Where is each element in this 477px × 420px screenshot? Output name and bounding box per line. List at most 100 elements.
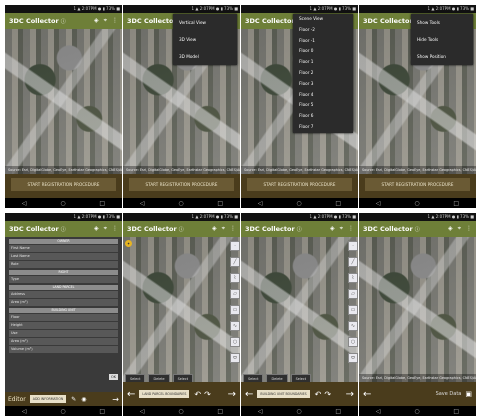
menu-item-floor[interactable]: Floor 1	[293, 57, 353, 68]
layers-icon[interactable]: ◈	[212, 225, 217, 233]
compass-icon[interactable]: ✦	[125, 240, 132, 247]
ellipse-tool-icon[interactable]: ⬭	[230, 353, 240, 363]
menu-item-3d-view[interactable]: 3D View	[173, 31, 237, 48]
point-tool-icon[interactable]: ·	[348, 241, 358, 251]
menu-item-floor[interactable]: Floor 6	[293, 111, 353, 122]
polygon-tool-icon[interactable]: ▱	[348, 289, 358, 299]
overflow-menu-icon[interactable]: ⋮	[112, 17, 118, 25]
ellipse-tool-icon[interactable]: ⬭	[348, 353, 358, 363]
locate-icon[interactable]: ⌖	[458, 225, 461, 233]
overflow-menu-icon[interactable]: ⋮	[230, 225, 236, 233]
save-icon[interactable]: ▣	[465, 390, 472, 398]
point-tool-icon[interactable]: ·	[230, 241, 240, 251]
home-nav-icon[interactable]: ○	[60, 200, 65, 207]
address-field[interactable]: Address	[9, 291, 118, 298]
satellite-map[interactable]	[241, 237, 358, 382]
recents-nav-icon[interactable]: □	[99, 408, 105, 415]
home-nav-icon[interactable]: ○	[414, 200, 419, 207]
add-information-button[interactable]: ADD INFORMATION	[29, 395, 67, 403]
menu-item-floor[interactable]: Floor 3	[293, 79, 353, 90]
land-parcel-boundaries-button[interactable]: LAND PARCEL BOUNDARIES	[139, 390, 190, 398]
home-nav-icon[interactable]: ○	[178, 408, 183, 415]
volume-field[interactable]: Volume (m³)	[9, 346, 118, 353]
recents-nav-icon[interactable]: □	[453, 200, 459, 207]
back-nav-icon[interactable]: ◁	[140, 200, 145, 207]
menu-item-floor[interactable]: Floor 0	[293, 46, 353, 57]
back-nav-icon[interactable]: ◁	[258, 408, 263, 415]
menu-item-floor[interactable]: Floor 2	[293, 68, 353, 79]
recents-nav-icon[interactable]: □	[217, 408, 223, 415]
start-registration-button[interactable]: START REGISTRATION PROCEDURE	[11, 178, 116, 191]
locate-icon[interactable]: ⌖	[340, 225, 343, 233]
circle-tool-icon[interactable]: ○	[230, 337, 240, 347]
menu-item-show-tools[interactable]: Show Tools	[411, 14, 473, 31]
camera-icon[interactable]: ◉	[81, 396, 86, 403]
overflow-menu-icon[interactable]: ⋮	[112, 225, 118, 233]
back-nav-icon[interactable]: ◁	[22, 200, 27, 207]
home-nav-icon[interactable]: ○	[296, 408, 301, 415]
type-field[interactable]: Type	[9, 276, 118, 283]
info-icon[interactable]: ⓘ	[61, 226, 66, 233]
home-nav-icon[interactable]: ○	[296, 200, 301, 207]
next-arrow-icon[interactable]: →	[346, 389, 354, 400]
locate-icon[interactable]: ⌖	[104, 225, 107, 233]
role-field[interactable]: Role	[9, 261, 118, 268]
info-icon[interactable]: ⓘ	[415, 226, 420, 233]
last-name-field[interactable]: Last Name	[9, 253, 118, 260]
recents-nav-icon[interactable]: □	[217, 200, 223, 207]
building-unit-boundaries-button[interactable]: BUILDING UNIT BOUNDARIES	[257, 390, 310, 398]
locate-icon[interactable]: ⌖	[104, 17, 107, 25]
back-nav-icon[interactable]: ◁	[22, 408, 27, 415]
unit-area-field[interactable]: Area (m²)	[9, 338, 118, 345]
menu-item-hide-tools[interactable]: Hide Tools	[411, 31, 473, 48]
back-nav-icon[interactable]: ◁	[140, 408, 145, 415]
overflow-menu-icon[interactable]: ⋮	[348, 225, 354, 233]
first-name-field[interactable]: First Name	[9, 245, 118, 252]
line-tool-icon[interactable]: ╱	[230, 257, 240, 267]
rectangle-tool-icon[interactable]: ▭	[230, 305, 240, 315]
layers-icon[interactable]: ◈	[94, 17, 99, 25]
circle-tool-icon[interactable]: ○	[348, 337, 358, 347]
height-field[interactable]: Height	[9, 322, 118, 329]
layers-icon[interactable]: ◈	[330, 225, 335, 233]
home-nav-icon[interactable]: ○	[60, 408, 65, 415]
info-icon[interactable]: ⓘ	[297, 226, 302, 233]
use-field[interactable]: Use	[9, 330, 118, 337]
start-registration-button[interactable]: START REGISTRATION PROCEDURE	[247, 178, 352, 191]
satellite-map[interactable]	[123, 237, 240, 382]
line-tool-icon[interactable]: ╱	[348, 257, 358, 267]
layers-icon[interactable]: ◈	[94, 225, 99, 233]
menu-item-3d-model[interactable]: 3D Model	[173, 48, 237, 65]
polyline-tool-icon[interactable]: ⌇	[348, 273, 358, 283]
layers-icon[interactable]: ◈	[448, 225, 453, 233]
floor-field[interactable]: Floor	[9, 314, 118, 321]
recents-nav-icon[interactable]: □	[335, 408, 341, 415]
ok-button[interactable]: OK	[109, 374, 118, 380]
menu-item-floor[interactable]: Floor 7	[293, 122, 353, 133]
undo-icon[interactable]: ↶	[194, 390, 201, 399]
home-nav-icon[interactable]: ○	[414, 408, 419, 415]
info-icon[interactable]: ⓘ	[61, 18, 66, 25]
freehand-tool-icon[interactable]: ∿	[230, 321, 240, 331]
satellite-map[interactable]	[359, 237, 476, 382]
overflow-menu-icon[interactable]: ⋮	[466, 225, 472, 233]
menu-item-vertical-view[interactable]: Vertical View	[173, 14, 237, 31]
back-arrow-icon[interactable]: ←	[363, 389, 371, 400]
back-arrow-icon[interactable]: ←	[245, 389, 253, 400]
recents-nav-icon[interactable]: □	[99, 200, 105, 207]
info-icon[interactable]: ⓘ	[179, 226, 184, 233]
back-nav-icon[interactable]: ◁	[376, 408, 381, 415]
back-nav-icon[interactable]: ◁	[376, 200, 381, 207]
back-arrow-icon[interactable]: ←	[127, 389, 135, 400]
menu-item-show-position[interactable]: Show Position	[411, 48, 473, 65]
attach-icon[interactable]: ✎	[71, 396, 76, 403]
menu-item-floor[interactable]: Floor -1	[293, 36, 353, 47]
back-nav-icon[interactable]: ◁	[258, 200, 263, 207]
next-arrow-icon[interactable]: →	[112, 395, 119, 404]
freehand-tool-icon[interactable]: ∿	[348, 321, 358, 331]
recents-nav-icon[interactable]: □	[453, 408, 459, 415]
menu-item-floor[interactable]: Floor 4	[293, 90, 353, 101]
polygon-tool-icon[interactable]: ▱	[230, 289, 240, 299]
next-arrow-icon[interactable]: →	[228, 389, 236, 400]
menu-item-floor[interactable]: Floor 5	[293, 100, 353, 111]
